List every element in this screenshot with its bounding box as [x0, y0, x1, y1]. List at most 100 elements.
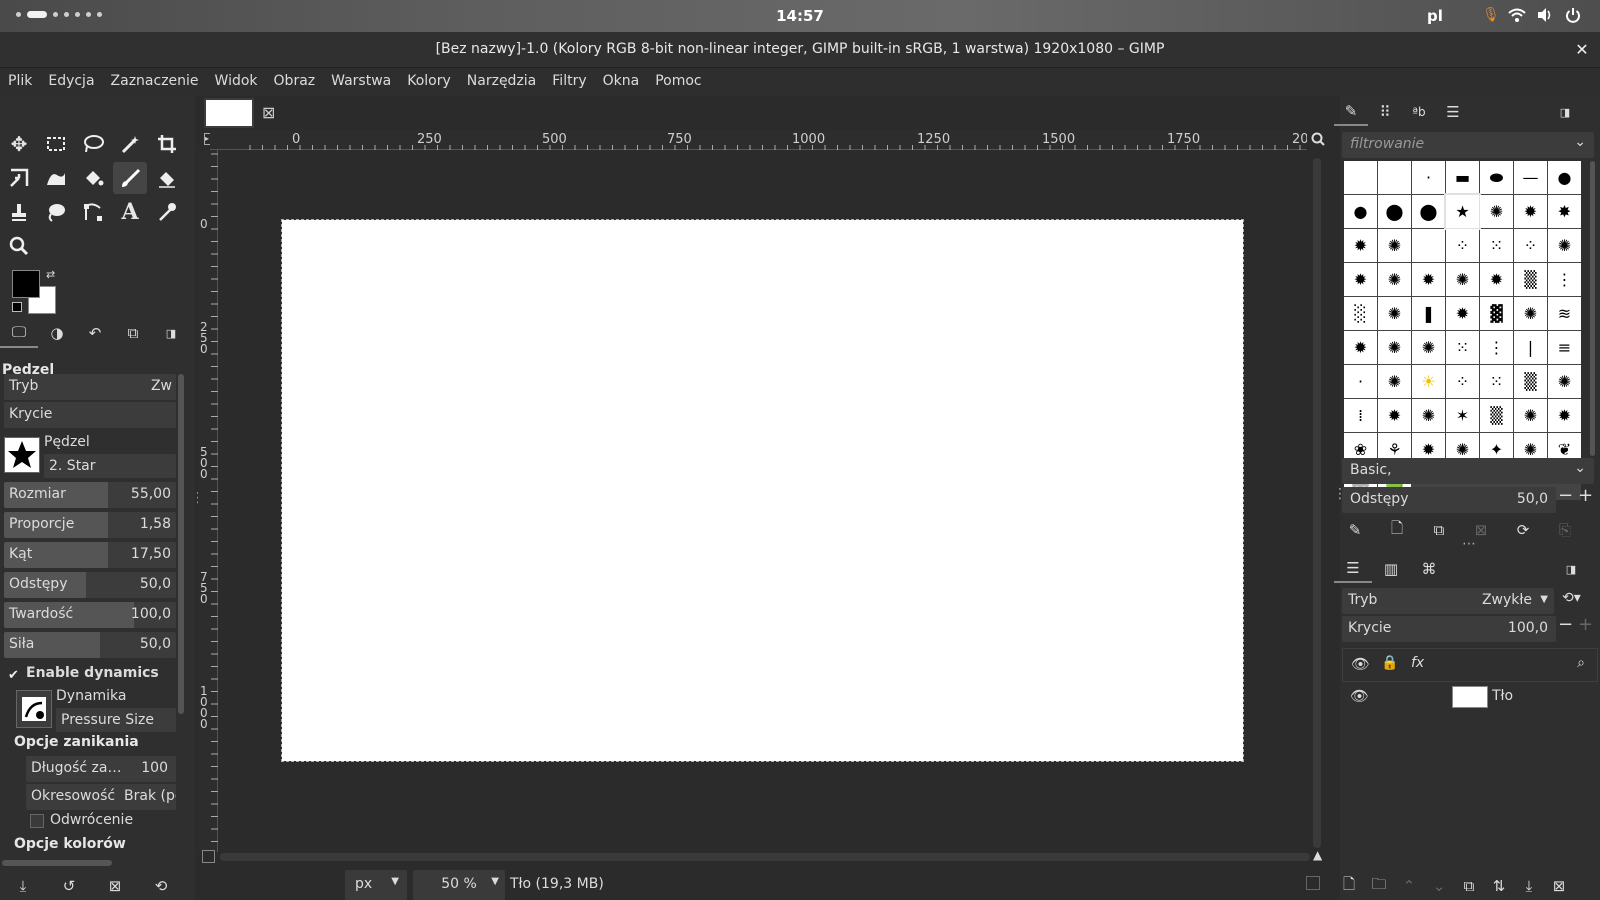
zoom-dropdown[interactable]: 50 % ▼ — [413, 870, 505, 900]
brush-thumbnail[interactable] — [1344, 161, 1377, 194]
menu-select[interactable]: Zaznaczenie — [103, 68, 207, 96]
menu-windows[interactable]: Okna — [595, 68, 648, 96]
swap-colors-icon[interactable]: ⇄ — [46, 268, 55, 281]
warp-transform-tool-icon[interactable] — [39, 162, 73, 194]
lower-layer-icon[interactable]: ⌄ — [1424, 872, 1454, 900]
paths-tool-icon[interactable] — [76, 196, 110, 228]
brush-thumbnail[interactable]: ⁞ — [1344, 399, 1377, 432]
dock-menu-icon[interactable]: ◨ — [1550, 98, 1580, 126]
composite-mode-icon[interactable]: ⟲▾ — [1562, 590, 1581, 606]
lock-header-icon[interactable]: 🔒 — [1381, 655, 1398, 671]
lasso-tool-icon[interactable] — [76, 128, 110, 160]
brush-thumbnail[interactable]: ✹ — [1514, 195, 1547, 228]
delete-options-icon[interactable]: ⊠ — [92, 872, 138, 900]
decrease-icon[interactable]: − — [1558, 614, 1573, 635]
dynamics-preview-button[interactable] — [16, 690, 52, 728]
brush-thumbnail[interactable]: ✺ — [1480, 195, 1513, 228]
dock-resize-handle[interactable]: ⋮ — [1333, 486, 1347, 502]
brush-thumbnail[interactable]: ✺ — [1378, 365, 1411, 398]
layers-tab-icon[interactable]: ☰ — [1334, 555, 1372, 583]
brush-thumbnail[interactable]: ✹ — [1412, 263, 1445, 296]
brush-thumbnail[interactable]: ✹ — [1344, 263, 1377, 296]
brush-thumbnail[interactable]: ✺ — [1548, 365, 1581, 398]
anchor-layer-icon[interactable]: ⇅ — [1484, 872, 1514, 900]
close-image-tab-icon[interactable]: ⊠ — [262, 103, 280, 122]
paintbrush-tool-icon[interactable] — [113, 162, 147, 194]
horizontal-ruler[interactable]: 0 250 500 750 1000 1250 1500 1750 200 — [210, 130, 1317, 150]
clock[interactable]: 14:57 — [0, 7, 1600, 25]
brush-preview-button[interactable] — [4, 437, 40, 473]
brush-thumbnail[interactable]: ✹ — [1344, 229, 1377, 262]
brush-thumbnail[interactable]: ✸ — [1548, 195, 1581, 228]
brush-thumbnail[interactable]: ✺ — [1514, 297, 1547, 330]
brush-thumbnail[interactable]: ✺ — [1378, 331, 1411, 364]
increase-icon[interactable]: + — [1578, 485, 1593, 506]
wifi-icon[interactable] — [1508, 7, 1526, 25]
new-layer-group-icon[interactable]: 🗀 — [1364, 872, 1394, 900]
microphone-icon[interactable]: 🎙 — [1482, 7, 1500, 25]
brush-thumbnail[interactable]: ▒ — [1514, 365, 1547, 398]
brush-thumbnail[interactable]: ░ — [1344, 297, 1377, 330]
brush-thumbnail[interactable]: ✺ — [1514, 399, 1547, 432]
brush-thumbnail[interactable]: · — [1412, 161, 1445, 194]
horizontal-scrollbar[interactable] — [220, 853, 1310, 861]
reset-colors-icon[interactable] — [12, 302, 22, 312]
menu-view[interactable]: Widok — [207, 68, 266, 96]
brush-thumbnail[interactable]: ≡ — [1548, 331, 1581, 364]
edit-brush-icon[interactable]: ✎ — [1340, 516, 1370, 544]
foreground-color-swatch[interactable] — [12, 270, 40, 298]
brush-grid-scrollbar[interactable] — [1590, 161, 1595, 456]
brush-thumbnail[interactable]: ✺ — [1412, 331, 1445, 364]
reset-options-icon[interactable]: ⟲ — [138, 872, 184, 900]
dynamics-field[interactable]: Pressure Size — [56, 708, 176, 732]
patterns-tab-icon[interactable]: ⠿ — [1368, 98, 1402, 126]
brush-thumbnail[interactable]: ⁙ — [1480, 365, 1513, 398]
menu-image[interactable]: Obraz — [266, 68, 324, 96]
brush-thumbnail[interactable] — [1378, 161, 1411, 194]
effects-header-icon[interactable]: fx — [1411, 655, 1424, 671]
crop-tool-icon[interactable] — [150, 128, 184, 160]
brush-thumbnail[interactable]: ✺ — [1412, 399, 1445, 432]
menu-tools[interactable]: Narzędzia — [459, 68, 544, 96]
slider-2[interactable]: Kąt 17,50 — [4, 542, 176, 568]
brush-thumbnail[interactable]: ✺ — [1378, 263, 1411, 296]
delete-layer-icon[interactable]: ⊠ — [1544, 872, 1574, 900]
bucket-fill-tool-icon[interactable] — [76, 162, 110, 194]
brush-thumbnail[interactable]: ✹ — [1480, 263, 1513, 296]
brush-thumbnail[interactable]: — — [1514, 161, 1547, 194]
channels-tab-icon[interactable]: ▥ — [1372, 555, 1410, 583]
brush-thumbnail[interactable]: ● — [1344, 195, 1377, 228]
visibility-header-icon[interactable]: 👁 — [1351, 655, 1370, 673]
brush-thumbnail[interactable]: ▒ — [1480, 399, 1513, 432]
duplicate-brush-icon[interactable]: ⧉ — [1424, 516, 1454, 544]
decrease-icon[interactable]: − — [1558, 485, 1573, 506]
brush-thumbnail[interactable]: ⬤ — [1412, 195, 1445, 228]
save-options-icon[interactable]: ⤓ — [0, 872, 46, 900]
brush-thumbnail[interactable]: · — [1344, 365, 1377, 398]
tool-options-scrollbar[interactable] — [178, 374, 184, 714]
brush-thumbnail[interactable]: ✹ — [1548, 399, 1581, 432]
brush-thumbnail[interactable]: ⬤ — [1378, 195, 1411, 228]
new-layer-icon[interactable]: 🗋 — [1334, 872, 1364, 900]
color-picker-tool-icon[interactable] — [150, 196, 184, 228]
brush-spacing-slider[interactable]: Odstępy 50,0 — [1342, 487, 1556, 513]
reverse-checkbox[interactable] — [30, 814, 44, 828]
slider-3[interactable]: Odstępy 50,0 — [4, 572, 176, 598]
undo-history-tab-icon[interactable]: ↶ — [76, 318, 114, 348]
zoom-tool-icon[interactable] — [2, 230, 36, 262]
menu-filters[interactable]: Filtry — [544, 68, 594, 96]
close-window-icon[interactable]: ✕ — [1572, 40, 1592, 60]
fade-length-slider[interactable]: Długość za… 100 — [26, 756, 176, 782]
menu-help[interactable]: Pomoc — [647, 68, 709, 96]
brush-thumbnail[interactable]: ⋮ — [1480, 331, 1513, 364]
fonts-tab-icon[interactable]: ªb — [1402, 98, 1436, 126]
status-corner-icon[interactable] — [1306, 876, 1320, 890]
tool-options-hscrollbar[interactable] — [2, 860, 112, 866]
paths-tab-icon[interactable]: ⌘ — [1410, 555, 1448, 583]
brush-filter-input[interactable]: filtrowanie ⌄ — [1342, 132, 1594, 158]
brush-thumbnail[interactable]: ✶ — [1446, 399, 1479, 432]
menu-file[interactable]: Plik — [0, 68, 40, 96]
unit-dropdown[interactable]: px ▼ — [345, 870, 407, 900]
menu-colors[interactable]: Kolory — [399, 68, 459, 96]
brush-thumbnail[interactable]: ⁘ — [1446, 229, 1479, 262]
